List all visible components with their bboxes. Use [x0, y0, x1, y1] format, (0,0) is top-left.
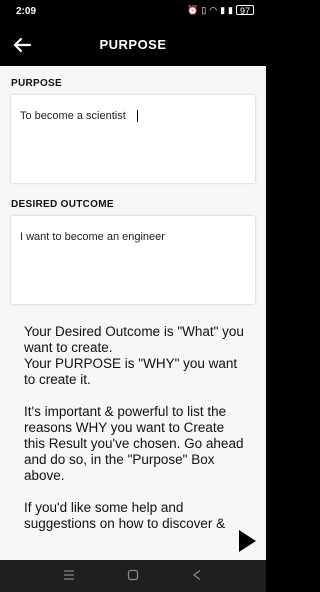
desired-outcome-label: DESIRED OUTCOME	[11, 199, 114, 210]
alarm-icon: ⏰	[187, 5, 199, 15]
page-title: PURPOSE	[99, 37, 167, 52]
status-time: 2:09	[16, 6, 37, 17]
desired-outcome-value: I want to become an engineer	[20, 231, 165, 243]
text-caret	[137, 110, 138, 122]
system-nav-bar	[0, 560, 266, 592]
info-paragraph: Your Desired Outcome is "What" you want …	[24, 324, 244, 355]
back-nav-icon[interactable]	[191, 569, 203, 581]
info-paragraph: It's important & powerful to list the re…	[24, 404, 244, 483]
status-bar: 2:09 ⏰ ▯ ◠ ▮ ▮ 97	[0, 0, 266, 24]
menu-icon[interactable]	[63, 569, 75, 581]
app-bar: PURPOSE	[0, 24, 266, 66]
purpose-label: PURPOSE	[11, 78, 63, 89]
purpose-input[interactable]: To become a scientist	[11, 95, 255, 183]
info-paragraph: If you'd like some help and suggestions …	[24, 500, 226, 531]
wifi-icon: ◠	[209, 5, 218, 15]
signal-icon: ▮	[228, 5, 233, 15]
info-paragraph: Your PURPOSE is "WHY" you want to create…	[24, 356, 238, 387]
status-icons: ⏰ ▯ ◠ ▮ ▮ 97	[187, 5, 254, 16]
signal-icon: ▮	[220, 5, 226, 15]
info-text: Your Desired Outcome is "What" you want …	[24, 324, 244, 532]
main-content: PURPOSE To become a scientist DESIRED OU…	[0, 66, 266, 560]
home-icon[interactable]	[127, 569, 139, 581]
desired-outcome-input[interactable]: I want to become an engineer	[11, 216, 255, 304]
battery-icon: 97	[236, 5, 254, 16]
vibrate-icon: ▯	[201, 5, 207, 15]
next-arrow-icon[interactable]	[236, 528, 258, 554]
purpose-value: To become a scientist	[20, 110, 126, 122]
